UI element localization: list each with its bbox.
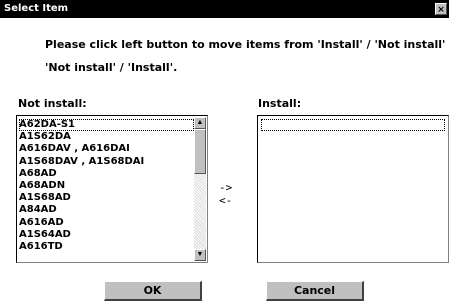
list-item[interactable]: A1S62DA — [19, 131, 194, 143]
list-item[interactable]: A616DAV , A616DAI — [19, 143, 194, 155]
instruction-line-1: Please click left button to move items f… — [45, 38, 449, 51]
list-item[interactable]: A1S68DAV , A1S68DAI — [19, 156, 194, 168]
close-icon[interactable]: × — [435, 3, 447, 15]
ok-button[interactable]: OK — [104, 281, 202, 301]
title-bar: Select Item × — [0, 0, 449, 18]
list-item[interactable]: A62DA-S1 — [19, 119, 194, 132]
list-item[interactable]: A1S68AD — [19, 192, 194, 204]
scroll-down-icon[interactable]: ▼ — [194, 249, 206, 261]
list-item[interactable]: A68ADN — [19, 180, 194, 192]
list-item[interactable]: A84AD — [19, 204, 194, 216]
list-item[interactable]: A68AD — [19, 168, 194, 180]
install-focus-row — [261, 119, 445, 131]
cancel-button[interactable]: Cancel — [266, 281, 364, 301]
scroll-up-icon[interactable]: ▲ — [194, 117, 206, 129]
not-install-scrollbar[interactable]: ▲ ▼ — [194, 117, 206, 261]
move-to-not-install-arrow[interactable]: <- — [219, 194, 232, 207]
scroll-thumb[interactable] — [194, 129, 206, 174]
list-item[interactable]: A616AD — [19, 217, 194, 229]
window-title: Select Item — [4, 3, 69, 14]
instruction-line-2: 'Not install' / 'Install'. — [45, 61, 178, 74]
not-install-listbox[interactable]: A62DA-S1 A1S62DA A616DAV , A616DAI A1S68… — [16, 115, 208, 263]
not-install-items: A62DA-S1 A1S62DA A616DAV , A616DAI A1S68… — [19, 119, 194, 253]
install-listbox[interactable] — [257, 115, 449, 263]
move-to-install-arrow[interactable]: -> — [219, 181, 232, 194]
list-item[interactable]: A1S64AD — [19, 229, 194, 241]
list-item[interactable]: A616TD — [19, 241, 194, 253]
install-label: Install: — [258, 97, 302, 110]
not-install-label: Not install: — [18, 97, 87, 110]
